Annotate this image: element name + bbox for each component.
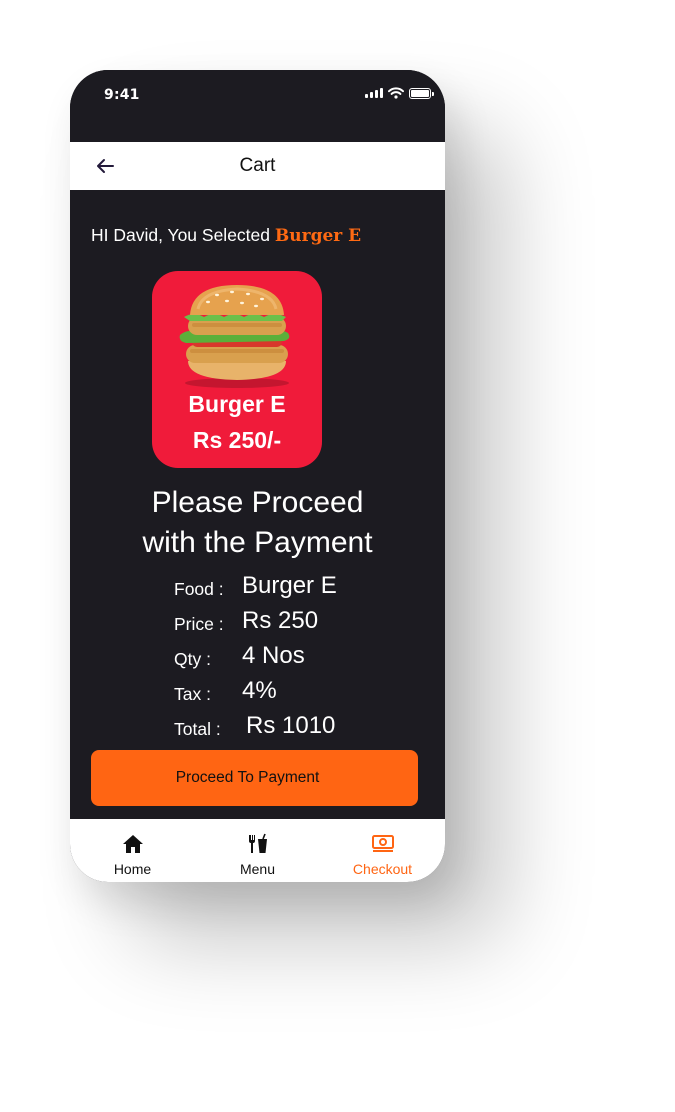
- page-title: Cart: [239, 155, 276, 176]
- detail-value: Rs 1010: [246, 712, 336, 739]
- nav-label: Menu: [239, 861, 276, 877]
- detail-value: 4 Nos: [242, 642, 305, 669]
- back-button[interactable]: [92, 154, 118, 178]
- detail-value: Burger E: [242, 572, 337, 599]
- detail-row-food: Food : Burger E: [174, 570, 404, 604]
- status-icons: [365, 87, 434, 99]
- signal-icon: [365, 88, 383, 98]
- proceed-line-1: Please Proceed: [151, 486, 364, 519]
- phone-screen: 9:41 Cart HI David, You Selected Burger …: [70, 70, 445, 882]
- product-name: Burger E: [188, 391, 286, 417]
- bottom-nav: Home Menu Checkout: [70, 819, 445, 882]
- wifi-icon: [388, 87, 404, 99]
- detail-value: Rs 250: [242, 607, 319, 634]
- detail-label: Qty :: [174, 649, 211, 669]
- status-bar: 9:41: [70, 70, 445, 142]
- nav-label: Checkout: [352, 861, 413, 877]
- greeting-item: Burger E: [274, 226, 362, 246]
- proceed-to-payment-button[interactable]: Proceed To Payment: [91, 750, 418, 806]
- proceed-message: Please Proceed with the Payment: [70, 483, 445, 563]
- greeting-text: HI David, You Selected Burger E: [91, 225, 361, 246]
- nav-item-menu[interactable]: Menu: [195, 819, 320, 882]
- detail-label: Food :: [174, 579, 224, 599]
- detail-label: Price :: [174, 614, 224, 634]
- detail-row-qty: Qty : 4 Nos: [174, 640, 404, 674]
- money-icon: [371, 835, 394, 852]
- detail-label: Total :: [174, 719, 221, 739]
- status-time: 9:41: [104, 87, 140, 103]
- arrow-left-icon: [97, 159, 114, 173]
- app-header: Cart: [70, 142, 445, 190]
- detail-value: 4%: [242, 677, 277, 704]
- greeting-prefix: HI David, You Selected: [91, 225, 271, 245]
- product-price: Rs 250/-: [192, 427, 282, 453]
- detail-label: Tax :: [174, 684, 211, 704]
- battery-icon: [409, 87, 434, 99]
- nav-label: Home: [113, 861, 152, 877]
- detail-row-price: Price : Rs 250: [174, 605, 404, 639]
- nav-item-home[interactable]: Home: [70, 819, 195, 882]
- detail-row-total: Total : Rs 1010: [174, 710, 404, 744]
- detail-row-tax: Tax : 4%: [174, 675, 404, 709]
- nav-item-checkout[interactable]: Checkout: [320, 819, 445, 882]
- product-card[interactable]: Burger E Rs 250/-: [152, 271, 322, 468]
- home-icon: [122, 835, 143, 853]
- fork-knife-cup-icon: [248, 833, 267, 853]
- proceed-line-2: with the Payment: [142, 526, 373, 559]
- burger-image: [179, 285, 290, 388]
